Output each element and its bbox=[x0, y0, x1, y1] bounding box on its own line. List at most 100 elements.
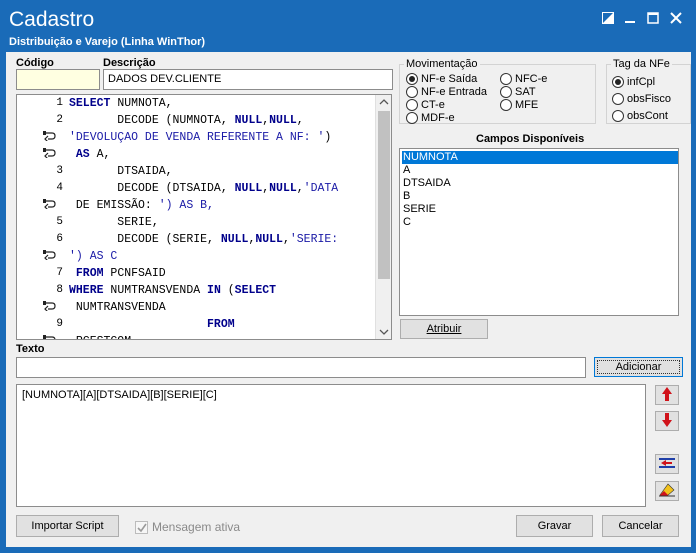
radio-label: SAT bbox=[515, 86, 536, 98]
texto-input[interactable] bbox=[16, 357, 586, 378]
campo-list-item[interactable]: SERIE bbox=[402, 203, 678, 216]
radio-ct-e[interactable]: CT-e bbox=[406, 99, 445, 111]
line-number: 7 bbox=[56, 267, 63, 279]
code-line: 4 DECODE (DTSAIDA, NULL,NULL,'DATA bbox=[17, 182, 377, 199]
campo-list-item[interactable]: DTSAIDA bbox=[402, 177, 678, 190]
importar-script-label: Importar Script bbox=[31, 520, 104, 532]
arrow-down-icon bbox=[662, 412, 672, 430]
checkbox-check-icon bbox=[135, 520, 148, 534]
radio-dot-icon bbox=[500, 86, 512, 98]
code-text: AS A, bbox=[75, 148, 111, 161]
radio-infcpl[interactable]: infCpl bbox=[612, 76, 655, 88]
radio-dot-icon bbox=[500, 73, 512, 85]
radio-label: obsFisco bbox=[627, 93, 672, 105]
radio-sat[interactable]: SAT bbox=[500, 86, 536, 98]
word-wrap-icon bbox=[43, 335, 63, 339]
window-title: Cadastro bbox=[9, 8, 95, 31]
code-line: 5 SERIE, bbox=[17, 216, 377, 233]
gravar-button[interactable]: Gravar bbox=[516, 515, 593, 537]
cancelar-button[interactable]: Cancelar bbox=[602, 515, 679, 537]
importar-script-button[interactable]: Importar Script bbox=[16, 515, 119, 537]
radio-mfe[interactable]: MFE bbox=[500, 99, 538, 111]
code-text: WHERE NUMTRANSVENDA IN (SELECT bbox=[69, 284, 277, 297]
line-number: 8 bbox=[56, 284, 63, 296]
campo-list-item[interactable]: C bbox=[402, 216, 678, 229]
form-client-area: Código Descrição DADOS DEV.CLIENTE 1 SELE… bbox=[6, 52, 691, 547]
texto-label: Texto bbox=[16, 343, 45, 355]
clear-button[interactable] bbox=[655, 481, 679, 501]
movimentacao-title: Movimentação bbox=[404, 58, 480, 70]
move-down-button[interactable] bbox=[655, 411, 679, 431]
line-number: 3 bbox=[56, 165, 63, 177]
radio-obscont[interactable]: obsCont bbox=[612, 110, 668, 122]
radio-dot-icon bbox=[406, 73, 418, 85]
descricao-label: Descrição bbox=[103, 57, 156, 69]
code-text: 'DEVOLUÇAO DE VENDA REFERENTE A NF: ') bbox=[69, 131, 332, 144]
code-line: AS A, bbox=[17, 148, 377, 165]
code-line: 3 DTSAIDA, bbox=[17, 165, 377, 182]
tag-nfe-title: Tag da NFe bbox=[611, 58, 672, 70]
radio-nf-e-sa-da[interactable]: NF-e Saída bbox=[406, 73, 477, 85]
radio-label: MDF-e bbox=[421, 112, 455, 124]
adicionar-button[interactable]: Adicionar bbox=[594, 357, 683, 377]
code-text: SERIE, bbox=[69, 216, 159, 229]
minimize-icon[interactable] bbox=[622, 10, 638, 26]
line-number: 5 bbox=[56, 216, 63, 228]
campo-list-item[interactable]: A bbox=[402, 164, 678, 177]
radio-label: MFE bbox=[515, 99, 539, 111]
code-text: FROM bbox=[207, 318, 235, 331]
eraser-icon bbox=[659, 483, 675, 500]
mensagem-ativa-checkbox[interactable]: Mensagem ativa bbox=[135, 520, 240, 534]
cancelar-label: Cancelar bbox=[618, 520, 663, 532]
code-text: DECODE (SERIE, NULL,NULL,'SERIE: bbox=[69, 233, 339, 246]
campo-list-item[interactable]: B bbox=[402, 190, 678, 203]
radio-dot-icon bbox=[500, 99, 512, 111]
maximize-icon[interactable] bbox=[645, 10, 661, 26]
arrow-up-icon bbox=[662, 386, 672, 404]
code-text: DTSAIDA, bbox=[69, 165, 173, 178]
campo-list-item[interactable]: NUMNOTA bbox=[402, 151, 678, 164]
radio-dot-icon bbox=[612, 76, 624, 88]
code-line: ') AS C bbox=[17, 250, 377, 267]
line-number: 2 bbox=[56, 114, 63, 126]
sql-script-editor[interactable]: 1 SELECT NUMNOTA, 2 DECODE (NUMNOTA, NULL,… bbox=[16, 94, 392, 340]
mensagem-ativa-label: Mensagem ativa bbox=[152, 520, 241, 534]
radio-label: NF-e Saída bbox=[421, 73, 478, 85]
move-up-button[interactable] bbox=[655, 385, 679, 405]
insert-field-button[interactable] bbox=[655, 454, 679, 474]
radio-nf-e-entrada[interactable]: NF-e Entrada bbox=[406, 86, 487, 98]
radio-mdf-e[interactable]: MDF-e bbox=[406, 112, 455, 124]
word-wrap-icon bbox=[43, 301, 63, 315]
restore-theme-icon[interactable] bbox=[600, 10, 616, 26]
code-line: DE EMISSÃO: ') AS B, bbox=[17, 199, 377, 216]
code-line: PCESTCOM bbox=[17, 335, 377, 339]
code-line: 8 WHERE NUMTRANSVENDA IN (SELECT bbox=[17, 284, 377, 301]
code-line: 7 FROM PCNFSAID bbox=[17, 267, 377, 284]
codigo-label: Código bbox=[16, 57, 54, 69]
close-icon[interactable] bbox=[668, 10, 684, 26]
editor-vertical-scrollbar[interactable] bbox=[375, 95, 391, 339]
descricao-input[interactable]: DADOS DEV.CLIENTE bbox=[103, 69, 393, 90]
title-bar: Cadastro Distribuição e Varejo (Linha Wi… bbox=[0, 0, 696, 52]
campos-disponiveis-title: Campos Disponíveis bbox=[476, 133, 585, 145]
radio-label: NFC-e bbox=[515, 73, 548, 85]
code-line: 2 DECODE (NUMNOTA, NULL,NULL, bbox=[17, 114, 377, 131]
word-wrap-icon bbox=[43, 199, 63, 213]
atribuir-button[interactable]: Atribuir bbox=[400, 319, 488, 339]
radio-obsfisco[interactable]: obsFisco bbox=[612, 93, 671, 105]
mensagem-memo[interactable]: [NUMNOTA][A][DTSAIDA][B][SERIE][C] bbox=[16, 384, 646, 507]
line-number: 1 bbox=[56, 97, 63, 109]
radio-nfc-e[interactable]: NFC-e bbox=[500, 73, 547, 85]
code-line: 9 FROM bbox=[17, 318, 377, 335]
code-line: NUMTRANSVENDA bbox=[17, 301, 377, 318]
radio-label: obsCont bbox=[627, 110, 668, 122]
campos-disponiveis-list[interactable]: NUMNOTA A DTSAIDA B SERIE C bbox=[399, 148, 679, 316]
codigo-input[interactable] bbox=[16, 69, 100, 90]
code-text: PCESTCOM bbox=[69, 335, 131, 339]
scrollbar-thumb[interactable] bbox=[378, 111, 390, 279]
code-text: DECODE (NUMNOTA, NULL,NULL, bbox=[69, 114, 304, 127]
adicionar-label: Adicionar bbox=[615, 361, 662, 373]
word-wrap-icon bbox=[43, 131, 63, 145]
code-text: ') AS C bbox=[69, 250, 118, 263]
radio-label: CT-e bbox=[421, 99, 445, 111]
